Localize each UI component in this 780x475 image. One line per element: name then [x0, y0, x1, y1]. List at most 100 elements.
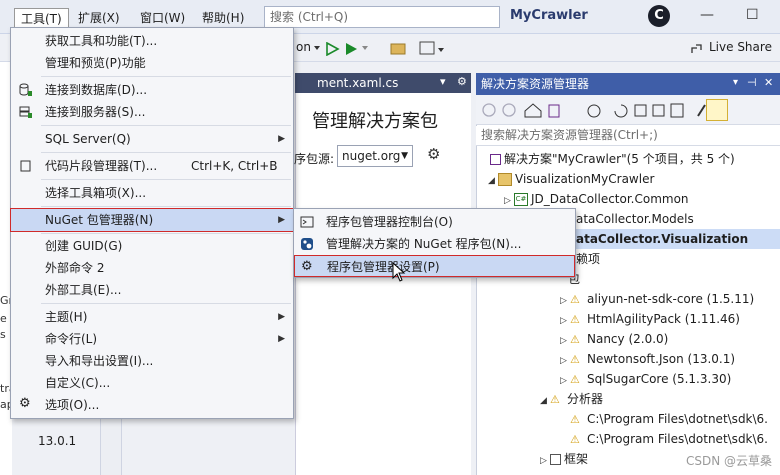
tree-item-analyzer[interactable]: ⚠ C:\Program Files\dotnet\sdk\6. [476, 409, 780, 429]
menu-extensions[interactable]: 扩展(X) [72, 8, 126, 28]
tree-item-solution[interactable]: 解决方案"MyCrawler"(5 个项目，共 5 个) [476, 149, 780, 169]
menu-item-preview-features[interactable]: 管理和预览(P)功能 [11, 52, 293, 74]
menu-item-label: SQL Server(Q) [45, 132, 131, 146]
app-title: MyCrawler [510, 8, 588, 23]
tree-item-folder[interactable]: ◢ VisualizationMyCrawler [476, 169, 780, 189]
live-share-button[interactable]: Live Share [709, 40, 772, 54]
submenu-arrow-icon: ▶ [278, 215, 285, 225]
menu-item-external-command[interactable]: 外部命令 2 [11, 257, 293, 279]
menu-separator [41, 233, 291, 234]
menu-separator [41, 206, 291, 207]
menu-window[interactable]: 窗口(W) [134, 8, 191, 28]
expanded-arrow-icon: ◢ [488, 176, 495, 186]
gear-icon: ⚙ [301, 259, 313, 274]
minimize-button[interactable]: — [700, 7, 714, 23]
run-controls-icon[interactable] [314, 42, 374, 56]
tree-label: C:\Program Files\dotnet\sdk\6. [587, 412, 768, 426]
framework-icon [550, 454, 561, 465]
menu-item-toolbox-items[interactable]: 选择工具箱项(X)... [11, 182, 293, 204]
tree-item-package[interactable]: ▷ ⚠ SqlSugarCore (5.1.3.30) [476, 369, 780, 389]
collapsed-arrow-icon: ▷ [540, 456, 547, 466]
menu-item-theme[interactable]: 主题(H) ▶ [11, 306, 293, 328]
menu-separator [41, 179, 291, 180]
console-icon [300, 216, 314, 228]
tree-item-package[interactable]: ▷ ⚠ Nancy (2.0.0) [476, 329, 780, 349]
menu-item-sql-server[interactable]: SQL Server(Q) ▶ [11, 128, 293, 150]
tree-label: VisualizationMyCrawler [515, 172, 655, 186]
tree-item-package[interactable]: ▷ ⚠ Newtonsoft.Json (13.0.1) [476, 349, 780, 369]
submenu-item-label: 管理解决方案的 NuGet 程序包(N)... [326, 237, 522, 251]
menu-item-label: 外部工具(E)... [45, 283, 122, 297]
solution-explorer-toolbar-icons[interactable] [481, 101, 741, 119]
tree-item-package[interactable]: ▷ ⚠ HtmlAgilityPack (1.11.46) [476, 309, 780, 329]
menu-item-label: NuGet 包管理器(N) [45, 213, 154, 227]
avatar[interactable]: C [648, 5, 670, 27]
tab-dropdown-icon[interactable]: ▾ [440, 75, 446, 88]
package-warning-icon: ⚠ [570, 373, 580, 386]
menu-item-command-line[interactable]: 命令行(L) ▶ [11, 328, 293, 350]
package-source-select[interactable]: nuget.org ▼ [337, 145, 413, 167]
submenu-item-manage-solution-packages[interactable]: 管理解决方案的 NuGet 程序包(N)... [294, 233, 575, 255]
menu-item-label: 创建 GUID(G) [45, 239, 123, 253]
page-title: 管理解决方案包 [312, 111, 438, 132]
tree-label: ataCollector.Models [576, 212, 694, 226]
menu-item-label: 代码片段管理器(T)... [45, 159, 158, 173]
server-connect-icon [19, 106, 32, 118]
tab-gear-icon[interactable]: ⚙ [457, 75, 467, 88]
submenu-arrow-icon: ▶ [278, 334, 285, 344]
package-warning-icon: ⚠ [570, 353, 580, 366]
submenu-arrow-icon: ▶ [278, 134, 285, 144]
left-fragment: e [0, 312, 7, 325]
maximize-button[interactable]: ☐ [746, 7, 759, 23]
collapsed-arrow-icon: ▷ [504, 196, 511, 206]
solution-icon [490, 154, 501, 165]
version-text: 13.0.1 [38, 434, 77, 448]
menu-item-get-tools[interactable]: 获取工具和功能(T)... [11, 30, 293, 52]
menu-item-snippet-manager[interactable]: 代码片段管理器(T)... Ctrl+K, Ctrl+B [11, 155, 293, 177]
menu-item-label: 选项(O)... [45, 398, 100, 412]
pin-icon[interactable]: ⊣ [747, 76, 757, 89]
submenu-item-package-console[interactable]: 程序包管理器控制台(O) [294, 211, 575, 233]
database-connect-icon [19, 83, 32, 96]
menu-item-label: 自定义(C)... [45, 376, 111, 390]
submenu-item-package-manager-settings[interactable]: ⚙ 程序包管理器设置(P) [294, 255, 575, 277]
menu-item-label: 命令行(L) [45, 332, 98, 346]
collapsed-arrow-icon: ▷ [560, 316, 567, 326]
tree-label: 赖项 [576, 252, 601, 266]
tree-item-analyzers[interactable]: ◢ ⚠ 分析器 [476, 389, 780, 409]
run-label[interactable]: on [296, 40, 311, 54]
menu-item-connect-server[interactable]: 连接到服务器(S)... [11, 101, 293, 123]
tree-label: 解决方案"MyCrawler"(5 个项目，共 5 个) [504, 152, 735, 166]
menu-item-label: 获取工具和功能(T)... [45, 34, 158, 48]
menu-separator [41, 125, 291, 126]
search-input[interactable]: 搜索 (Ctrl+Q) [264, 6, 500, 28]
solution-explorer-search[interactable]: 搜索解决方案资源管理器(Ctrl+;) [476, 126, 780, 146]
analyzer-warning-icon: ⚠ [570, 413, 580, 426]
mouse-cursor-icon [392, 262, 406, 282]
menu-item-import-export[interactable]: 导入和导出设置(I)... [11, 350, 293, 372]
menu-item-options[interactable]: ⚙ 选项(O)... [11, 394, 293, 416]
tree-item-analyzer[interactable]: ⚠ C:\Program Files\dotnet\sdk\6. [476, 429, 780, 449]
menu-item-label: 连接到服务器(S)... [45, 105, 146, 119]
menu-item-customize[interactable]: 自定义(C)... [11, 372, 293, 394]
package-source-value: nuget.org [342, 149, 401, 163]
package-warning-icon: ⚠ [570, 313, 580, 326]
settings-gear-icon[interactable]: ⚙ [427, 145, 440, 163]
menu-help[interactable]: 帮助(H) [196, 8, 250, 28]
folder-tools-icon[interactable] [390, 40, 446, 56]
menu-tools[interactable]: 工具(T) [14, 8, 69, 28]
menu-separator [41, 303, 291, 304]
snippet-icon [20, 160, 31, 172]
menu-item-nuget-package-manager[interactable]: NuGet 包管理器(N) ▶ [10, 208, 294, 232]
menu-item-label: 管理和预览(P)功能 [45, 56, 146, 70]
collapsed-arrow-icon: ▷ [560, 376, 567, 386]
menu-item-connect-database[interactable]: 连接到数据库(D)... [11, 79, 293, 101]
title-dropdown-icon[interactable]: ▾ [733, 77, 738, 88]
collapsed-arrow-icon: ▷ [560, 356, 567, 366]
tree-item-project[interactable]: ▷ C# JD_DataCollector.Common [476, 189, 780, 209]
close-icon[interactable]: ✕ [764, 76, 773, 89]
menu-item-external-tools[interactable]: 外部工具(E)... [11, 279, 293, 301]
preview-toggle-button[interactable] [706, 99, 728, 121]
tree-item-package[interactable]: ▷ ⚠ aliyun-net-sdk-core (1.5.11) [476, 289, 780, 309]
menu-item-create-guid[interactable]: 创建 GUID(G) [11, 235, 293, 257]
